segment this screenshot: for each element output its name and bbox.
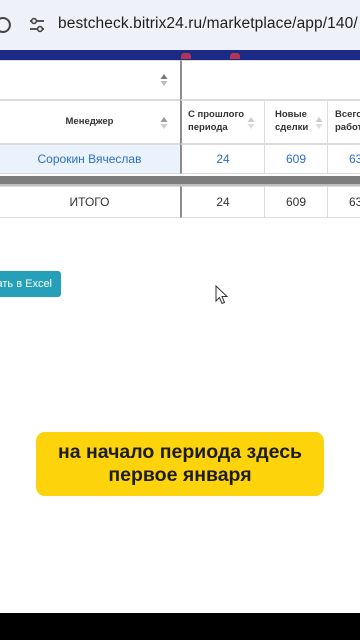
column-header-total[interactable]: Всего работ — [327, 100, 360, 144]
total-link[interactable]: 63 — [349, 152, 360, 166]
url-text[interactable]: bestcheck.bitrix24.ru/marketplace/app/14… — [58, 15, 358, 33]
from-prev-period-link[interactable]: 24 — [216, 152, 229, 166]
sort-up-icon[interactable] — [160, 73, 168, 87]
report-table: Менеджер С прошлого периода Новые сделки… — [0, 60, 360, 220]
browser-address-bar: bestcheck.bitrix24.ru/marketplace/app/14… — [0, 0, 360, 50]
total-row-label: ИТОГО — [0, 186, 181, 218]
video-caption: на начало периода здесь первое января — [36, 432, 324, 496]
filter-cell — [0, 60, 181, 100]
sort-icon[interactable] — [315, 116, 323, 130]
total-label: ИТОГО — [69, 195, 110, 209]
reload-icon[interactable] — [0, 14, 12, 36]
export-excel-button[interactable]: ать в Excel — [0, 271, 61, 297]
table-row-manager: Сорокин Вячеслав — [0, 144, 181, 174]
sort-icon[interactable] — [247, 116, 255, 130]
bottom-black-strip — [0, 613, 360, 640]
caption-line-1: на начало периода здесь — [57, 441, 303, 463]
total-new-deals: 609 — [285, 195, 307, 209]
header-label: С прошлого периода — [188, 109, 245, 133]
table-cell: 63 — [327, 144, 360, 174]
table-cell: 609 — [264, 186, 328, 218]
new-deals-link[interactable]: 609 — [286, 152, 306, 166]
total-from-prev-period: 24 — [216, 195, 230, 209]
table-cell: 24 — [180, 186, 265, 218]
notification-dot — [230, 53, 240, 59]
table-cell: 609 — [264, 144, 328, 174]
divider — [0, 184, 360, 186]
notification-dot — [181, 53, 191, 59]
table-cell: 63 — [327, 186, 360, 218]
total-total: 63 — [349, 195, 360, 209]
header-label: Новые сделки — [275, 109, 309, 133]
app-header-strip — [0, 50, 360, 60]
header-label: Всего работ — [335, 109, 360, 133]
table-cell: 24 — [180, 144, 265, 174]
column-header-from-prev-period[interactable]: С прошлого периода — [180, 100, 265, 144]
column-header-new-deals[interactable]: Новые сделки — [264, 100, 328, 144]
header-label: Менеджер — [65, 115, 114, 127]
sort-icon[interactable] — [160, 116, 168, 130]
mouse-cursor-icon — [215, 285, 229, 305]
caption-line-2: первое января — [108, 464, 252, 486]
site-settings-icon[interactable] — [28, 16, 46, 34]
manager-link[interactable]: Сорокин Вячеслав — [38, 152, 142, 166]
filter-cell — [180, 60, 360, 100]
horizontal-scrollbar[interactable] — [0, 176, 360, 184]
column-header-manager[interactable]: Менеджер — [0, 100, 181, 144]
